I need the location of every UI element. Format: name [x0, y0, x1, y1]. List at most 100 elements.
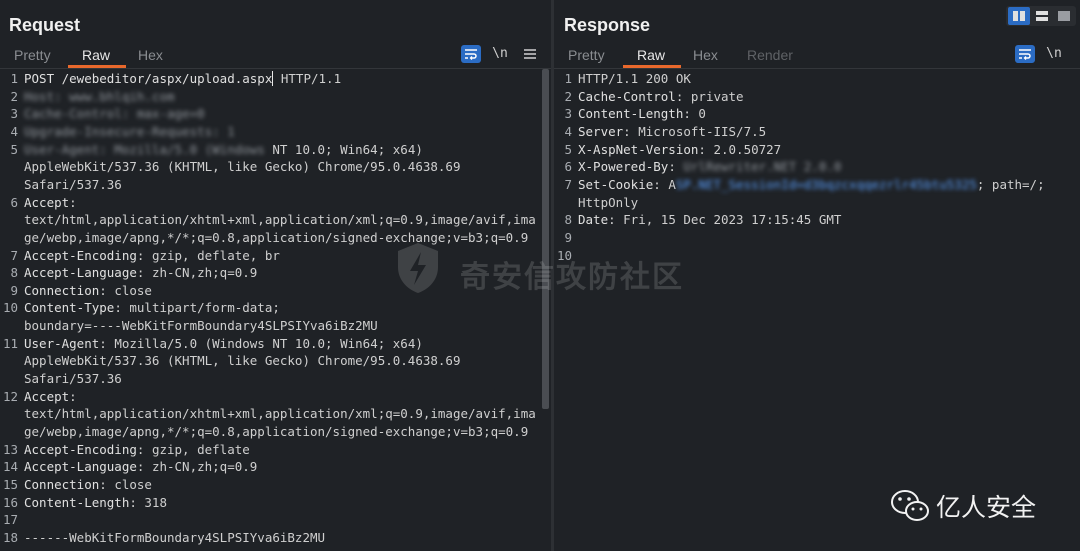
header-name: Date [578, 212, 609, 228]
line-content: Cache-Control: max-age=0 [24, 105, 205, 123]
tab-hex[interactable]: Hex [693, 47, 718, 63]
header-name: X-Powered-By [578, 159, 669, 175]
line-content: Accept-Language: zh-CN,zh;q=0.9 [24, 264, 257, 282]
header-value: : close [99, 282, 152, 298]
header-value: ------WebKitFormBoundary4SLPSIYva6iBz2MU [24, 529, 326, 545]
line-number: 16 [2, 494, 18, 510]
editor-line: AppleWebKit/537.36 (KHTML, like Gecko) C… [0, 352, 551, 370]
line-content: AppleWebKit/537.36 (KHTML, like Gecko) C… [24, 352, 461, 370]
line-number: 4 [564, 123, 572, 139]
header-value: : Mozilla/5.0 (Windows NT 10.0; Win64; x… [99, 335, 423, 351]
tab-render[interactable]: Render [747, 47, 793, 63]
request-editor[interactable]: 1 POST /ewebeditor/aspx/upload.aspx HTTP/… [0, 69, 551, 551]
header-value: : zh-CN,zh;q=0.9 [136, 459, 258, 475]
redacted-text: User-Agent: Mozilla/5.0 (Windows [24, 141, 265, 157]
wechat-badge: 亿人安全 [890, 484, 1070, 524]
response-editor[interactable]: 1 HTTP/1.1 200 OK 2 Cache-Control: private 3… [554, 69, 1080, 551]
word-wrap-icon[interactable] [1015, 45, 1035, 63]
editor-line: 11 User-Agent: Mozilla/5.0 (Windows NT 10… [0, 335, 551, 353]
line-content: HTTP/1.1 200 OK [578, 70, 691, 88]
header-value: HTTP/1.1 200 OK [578, 71, 691, 86]
editor-line: HttpOnly [554, 194, 1080, 212]
line-number: 11 [2, 335, 18, 351]
redacted-cookie: SP.NET_SessionId=d3bqzcxqqezrlr45btu5325 [675, 176, 977, 192]
editor-line: 6 X-Powered-By: UrlRewriter.NET 2.0.0 [554, 158, 1080, 176]
line-number: 5 [564, 141, 572, 157]
line-content: text/html,application/xhtml+xml,applicat… [24, 211, 536, 229]
editor-line: 16 Content-Length: 318 [0, 494, 551, 512]
editor-line: 1 HTTP/1.1 200 OK [554, 70, 1080, 88]
header-name: Content-Type [24, 300, 115, 316]
tab-raw[interactable]: Raw [637, 47, 665, 63]
header-value: AppleWebKit/537.36 (KHTML, like Gecko) C… [24, 353, 461, 369]
line-number: 7 [10, 247, 18, 263]
layout-stacked-icon[interactable] [1031, 7, 1053, 25]
tab-raw[interactable]: Raw [82, 47, 110, 63]
line-number: 3 [10, 106, 18, 122]
request-scrollbar[interactable] [542, 69, 549, 409]
editor-line: 1 POST /ewebeditor/aspx/upload.aspx HTTP/… [0, 70, 551, 88]
header-name: Server [578, 123, 624, 139]
editor-line: Safari/537.36 [0, 176, 551, 194]
editor-line: Safari/537.36 [0, 370, 551, 388]
line-number: 6 [564, 159, 572, 175]
line-content: X-AspNet-Version: 2.0.50727 [578, 141, 781, 159]
line-number: 14 [2, 459, 18, 475]
lightning-shield-icon [398, 243, 438, 293]
wechat-icon [891, 490, 929, 521]
line-number: 8 [564, 212, 572, 228]
editor-line: 17 [0, 511, 551, 529]
line-number: 2 [10, 88, 18, 104]
newline-toggle-icon[interactable]: \n [490, 45, 510, 63]
header-name: Accept [24, 194, 70, 210]
redacted-text: Upgrade-Insecure-Requests: 1 [24, 123, 235, 139]
redacted-text: Cache-Control: max-age=0 [24, 106, 205, 122]
line-content: Safari/537.36 [24, 370, 122, 388]
editor-line: 4 Server: Microsoft-IIS/7.5 [554, 123, 1080, 141]
header-name: Accept-Encoding [24, 441, 137, 457]
line-content: HttpOnly [578, 194, 638, 212]
editor-line: 14 Accept-Language: zh-CN,zh;q=0.9 [0, 458, 551, 476]
response-tabs: Pretty Raw Hex Render \n [554, 44, 1080, 68]
line-content: Cache-Control: private [578, 88, 744, 106]
tab-pretty[interactable]: Pretty [14, 47, 51, 63]
line-number: 1 [564, 71, 572, 86]
layout-side-by-side-icon[interactable] [1008, 7, 1030, 25]
layout-tabs-icon[interactable] [1053, 7, 1075, 25]
editor-line: 5 X-AspNet-Version: 2.0.50727 [554, 141, 1080, 159]
line-content: Accept: [24, 388, 77, 406]
header-name: Accept-Encoding [24, 247, 137, 263]
line-content: Safari/537.36 [24, 176, 122, 194]
header-value-tail: ; path=/; [976, 176, 1045, 192]
header-value: : [668, 159, 684, 175]
header-name: Content-Length [24, 494, 130, 510]
request-tabs: Pretty Raw Hex \n [0, 44, 551, 68]
line-content: Content-Type: multipart/form-data; [24, 299, 280, 317]
header-value: : [69, 388, 77, 404]
editor-line: 4 Upgrade-Insecure-Requests: 1 [0, 123, 551, 141]
line-number: 8 [10, 265, 18, 281]
editor-line: 8 Date: Fri, 15 Dec 2023 17:15:45 GMT [554, 211, 1080, 229]
editor-line: 18 ------WebKitFormBoundary4SLPSIYva6iBz2… [0, 529, 551, 547]
editor-line: 7 Set-Cookie: ASP.NET_SessionId=d3bqzcxqq… [554, 176, 1080, 194]
watermark: 奇安信攻防社区 [390, 240, 690, 300]
line-content: Date: Fri, 15 Dec 2023 17:15:45 GMT [578, 211, 841, 229]
newline-toggle-icon[interactable]: \n [1044, 45, 1064, 63]
header-value: HttpOnly [578, 194, 639, 210]
line-content: X-Powered-By: UrlRewriter.NET 2.0.0 [578, 158, 841, 176]
editor-line: ge/webp,image/apng,*/*;q=0.8,application… [0, 423, 551, 441]
menu-icon[interactable] [520, 45, 540, 63]
header-name: X-AspNet-Version [578, 141, 699, 157]
tab-hex[interactable]: Hex [138, 47, 163, 63]
line-content: Content-Length: 318 [24, 494, 167, 512]
header-name: Cache-Control [578, 88, 676, 104]
editor-line: 10 Content-Type: multipart/form-data; [0, 299, 551, 317]
header-value: : Fri, 15 Dec 2023 17:15:45 GMT [608, 212, 842, 228]
header-value: : [69, 194, 77, 210]
header-value: : multipart/form-data; [114, 300, 280, 316]
tab-pretty[interactable]: Pretty [568, 47, 605, 63]
editor-line: 2 Cache-Control: private [554, 88, 1080, 106]
header-name: Accept-Language [24, 265, 137, 281]
header-name: Content-Length [578, 106, 684, 122]
word-wrap-icon[interactable] [461, 45, 481, 63]
